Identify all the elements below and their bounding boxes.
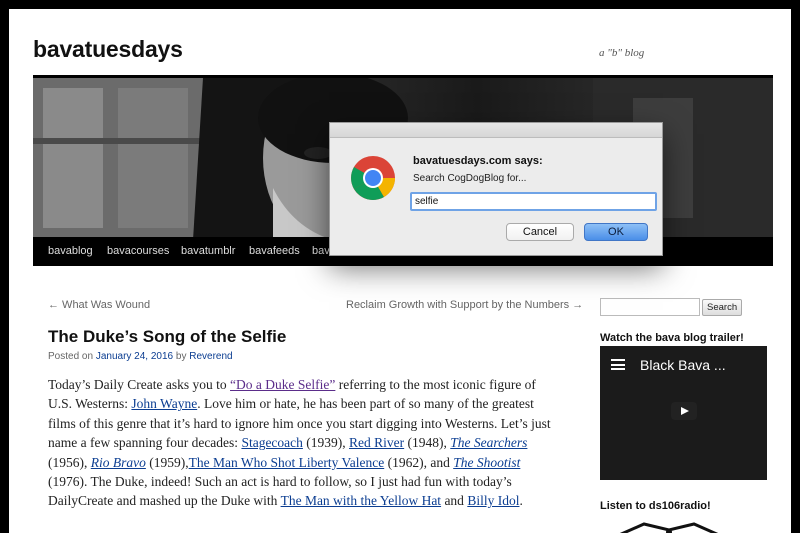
nav-item-bavafeeds[interactable]: bavafeeds: [249, 245, 300, 257]
nav-item-bavablog[interactable]: bavablog: [48, 245, 93, 257]
shootist-link[interactable]: The Shootist: [453, 455, 520, 470]
body-text: (1948),: [404, 435, 451, 451]
searchers-link[interactable]: The Searchers: [450, 435, 527, 450]
red-river-link[interactable]: Red River: [349, 435, 404, 450]
author-link[interactable]: Reverend: [189, 351, 232, 362]
posted-on-label: Posted on: [48, 351, 94, 362]
sidebar-search-button[interactable]: Search: [702, 299, 743, 316]
body-text: (1956),: [48, 454, 91, 470]
site-title[interactable]: bavatuesdays: [33, 36, 183, 63]
nav-item-bavatumblr[interactable]: bavatumblr: [181, 245, 235, 257]
shootist-title: The Shootist: [453, 454, 521, 470]
video-heading: Watch the bava blog trailer!: [600, 332, 744, 344]
sidebar-search-input[interactable]: [600, 298, 700, 316]
menu-icon[interactable]: [611, 359, 625, 370]
post-date-link[interactable]: January 24, 2016: [96, 351, 173, 362]
cancel-button[interactable]: Cancel: [506, 223, 574, 241]
browser-page: bavatuesdays a "b" blog bavablog bavacou…: [9, 9, 791, 533]
dialog-message: Search CogDogBlog for...: [413, 173, 527, 184]
rio-bravo-title: Rio Bravo: [90, 454, 146, 470]
video-embed[interactable]: Black Bava ...: [600, 346, 767, 480]
chrome-logo-icon: [351, 156, 395, 200]
body-text: (1959),: [145, 454, 189, 470]
body-text: and: [441, 493, 468, 509]
prev-post-link[interactable]: ← What Was Wound: [48, 299, 150, 311]
dialog-title: bavatuesdays.com says:: [413, 155, 543, 167]
next-post-link[interactable]: Reclaim Growth with Support by the Numbe…: [346, 299, 583, 311]
radio-heading: Listen to ds106radio!: [600, 500, 711, 512]
dialog-titlebar: [330, 123, 662, 138]
site-tagline: a "b" blog: [599, 47, 645, 59]
nav-item-bavacourses[interactable]: bavacourses: [107, 245, 169, 257]
post-body: Today’s Daily Create asks you to “Do a D…: [48, 375, 558, 511]
post-meta: Posted on January 24, 2016 by Reverend: [48, 351, 233, 362]
billy-idol-link[interactable]: Billy Idol: [467, 493, 519, 508]
by-label: by: [175, 351, 187, 362]
searchers-title: The Searchers: [450, 435, 528, 451]
ok-button[interactable]: OK: [584, 223, 648, 241]
radio-logo-icon[interactable]: [619, 521, 719, 533]
body-text: (1939),: [302, 435, 350, 451]
body-text: (1962), and: [384, 454, 454, 470]
duke-selfie-link[interactable]: “Do a Duke Selfie”: [230, 377, 335, 392]
video-title[interactable]: Black Bava ...: [640, 357, 726, 373]
body-text: .: [519, 493, 523, 509]
post-title[interactable]: The Duke’s Song of the Selfie: [48, 327, 286, 347]
yellow-hat-link[interactable]: The Man with the Yellow Hat: [281, 493, 441, 508]
rio-bravo-link[interactable]: Rio Bravo: [91, 455, 146, 470]
nav-item-more[interactable]: bav: [312, 245, 330, 257]
body-text: Today’s Daily Create asks you to: [48, 377, 231, 392]
liberty-valence-link[interactable]: The Man Who Shot Liberty Valence: [189, 455, 385, 470]
play-icon[interactable]: [671, 402, 697, 420]
john-wayne-link[interactable]: John Wayne: [131, 396, 197, 411]
dialog-prompt-input[interactable]: selfie: [410, 192, 657, 211]
js-prompt-dialog: bavatuesdays.com says: Search CogDogBlog…: [329, 122, 663, 256]
stagecoach-link[interactable]: Stagecoach: [241, 435, 302, 450]
